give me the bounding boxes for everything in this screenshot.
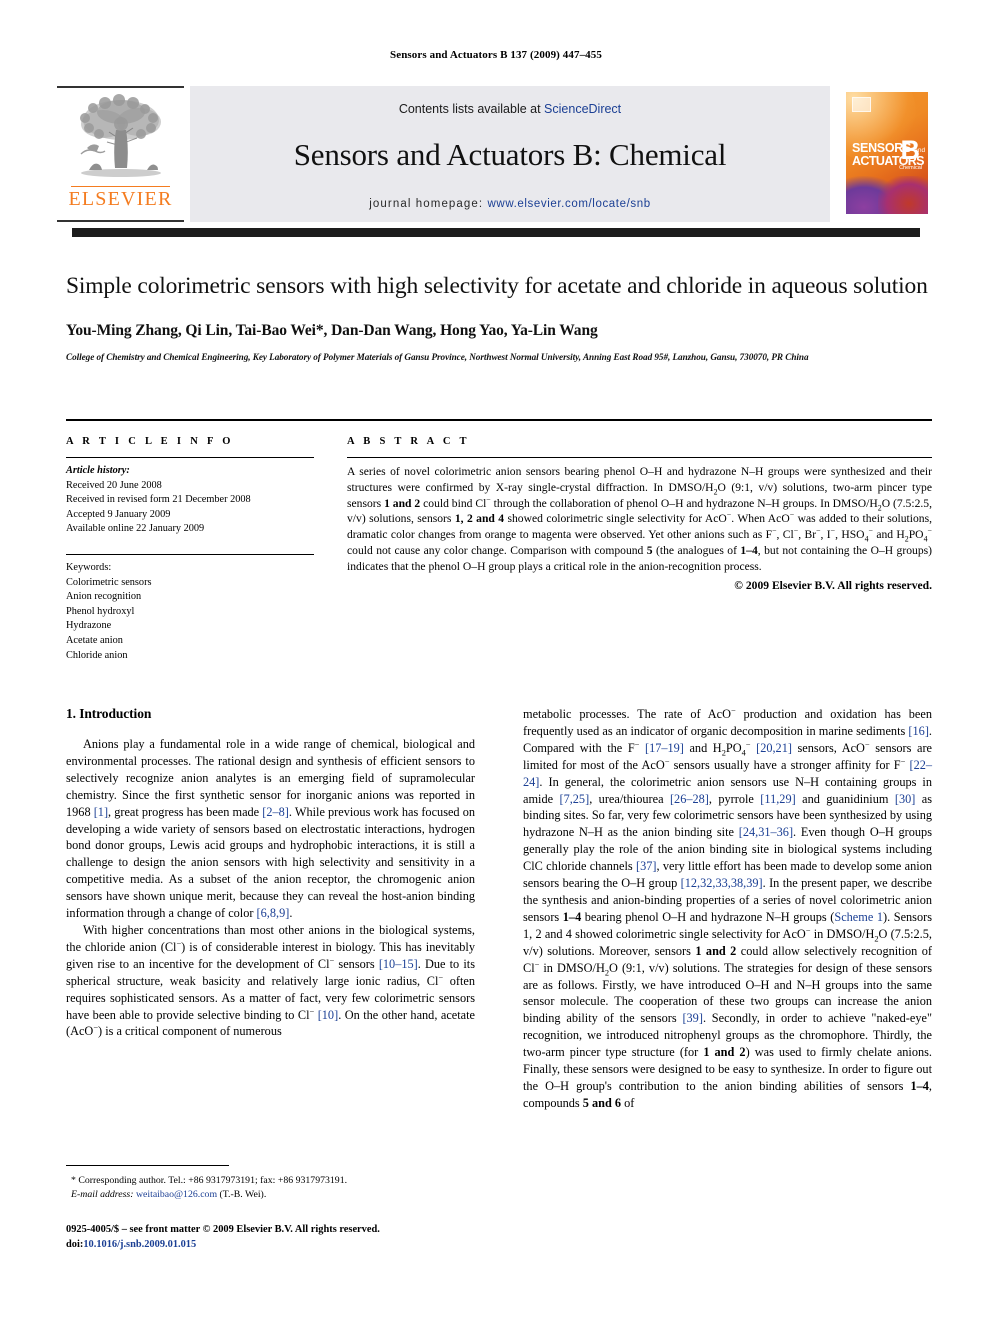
abstract-text: A series of novel colorimetric anion sen… bbox=[347, 465, 932, 573]
abstract-copyright: © 2009 Elsevier B.V. All rights reserved… bbox=[734, 579, 932, 593]
body-column-left: 1. Introduction Anions play a fundamenta… bbox=[66, 706, 475, 1112]
keywords-label: Keywords: bbox=[66, 562, 112, 574]
journal-cover-image: SENSORS and ACTUATORS B Chemical bbox=[839, 87, 935, 220]
doi-line: doi:10.1016/j.snb.2009.01.015 bbox=[66, 1237, 496, 1252]
doi-label: doi: bbox=[66, 1239, 84, 1251]
running-head: Sensors and Actuators B 137 (2009) 447–4… bbox=[390, 49, 602, 61]
elsevier-wordmark: ELSEVIER bbox=[68, 188, 173, 210]
header-divider bbox=[66, 419, 932, 421]
keyword-item: Colorimetric sensors bbox=[66, 576, 152, 588]
abstract-heading: A B S T R A C T bbox=[347, 436, 470, 447]
cover-subtitle: Chemical bbox=[899, 165, 922, 171]
keywords-rule bbox=[66, 554, 314, 556]
keyword-item: Hydrazone bbox=[66, 620, 112, 632]
column-gap bbox=[314, 436, 347, 663]
journal-title: Sensors and Actuators B: Chemical bbox=[293, 137, 727, 172]
journal-masthead: ELSEVIER Contents lists available at Sci… bbox=[57, 86, 935, 222]
keyword-item: Chloride anion bbox=[66, 649, 128, 661]
page-title: Simple colorimetric sensors with high se… bbox=[66, 273, 928, 299]
contents-prefix: Contents lists available at bbox=[398, 102, 545, 116]
history-item: Accepted 9 January 2009 bbox=[66, 508, 171, 520]
article-info-rule bbox=[66, 457, 314, 458]
journal-homepage-line: journal homepage: www.elsevier.com/locat… bbox=[190, 198, 830, 210]
elsevier-logo: ELSEVIER bbox=[57, 86, 184, 222]
elsevier-tree-icon bbox=[69, 94, 173, 182]
body-columns: 1. Introduction Anions play a fundamenta… bbox=[66, 706, 932, 1112]
masthead-panel: Contents lists available at ScienceDirec… bbox=[190, 86, 830, 222]
paper-page: Sensors and Actuators B 137 (2009) 447–4… bbox=[0, 0, 992, 1323]
article-info-heading: A R T I C L E I N F O bbox=[66, 436, 234, 447]
contents-available-line: Contents lists available at ScienceDirec… bbox=[190, 102, 830, 116]
article-history: Article history: Received 20 June 2008 R… bbox=[66, 464, 314, 537]
footnote-rule bbox=[66, 1165, 229, 1166]
section-heading-introduction: 1. Introduction bbox=[66, 706, 152, 721]
history-item: Received in revised form 21 December 200… bbox=[66, 494, 251, 506]
sciencedirect-link[interactable]: ScienceDirect bbox=[544, 102, 621, 116]
abstract-rule bbox=[347, 457, 932, 458]
title-block: Simple colorimetric sensors with high se… bbox=[66, 272, 932, 364]
abstract-column: A B S T R A C T A series of novel colori… bbox=[347, 436, 932, 663]
email-link[interactable]: weitaibao@126.com bbox=[136, 1189, 217, 1200]
intro-paragraph: metabolic processes. The rate of AcO− pr… bbox=[523, 705, 933, 1110]
homepage-url-link[interactable]: www.elsevier.com/locate/snb bbox=[488, 198, 651, 210]
keywords-list: Keywords: Colorimetric sensors Anion rec… bbox=[66, 561, 314, 663]
author-list: You-Ming Zhang, Qi Lin, Tai-Bao Wei*, Da… bbox=[66, 321, 598, 339]
issn-copyright-block: 0925-4005/$ – see front matter © 2009 El… bbox=[66, 1222, 496, 1253]
info-abstract-section: A R T I C L E I N F O Article history: R… bbox=[66, 436, 932, 663]
intro-paragraph: Anions play a fundamental role in a wide… bbox=[66, 737, 475, 921]
homepage-label: journal homepage: bbox=[369, 198, 488, 210]
article-info-column: A R T I C L E I N F O Article history: R… bbox=[66, 436, 314, 663]
affiliation: College of Chemistry and Chemical Engine… bbox=[66, 351, 809, 362]
cover-elsevier-icon bbox=[852, 97, 871, 112]
footnote-block: * Corresponding author. Tel.: +86 931797… bbox=[66, 1174, 475, 1202]
cover-letter-b: B bbox=[900, 135, 921, 165]
email-note: E-mail address: weitaibao@126.com (T.-B.… bbox=[66, 1188, 475, 1202]
intro-paragraph: With higher concentrations than most oth… bbox=[66, 922, 475, 1039]
article-history-label: Article history: bbox=[66, 465, 130, 476]
elsevier-divider bbox=[71, 186, 170, 187]
keyword-item: Phenol hydroxyl bbox=[66, 605, 135, 617]
keyword-item: Acetate anion bbox=[66, 635, 123, 647]
corresponding-author-note: * Corresponding author. Tel.: +86 931797… bbox=[71, 1175, 348, 1186]
body-column-right: metabolic processes. The rate of AcO− pr… bbox=[523, 706, 932, 1112]
email-label: E-mail address: bbox=[71, 1189, 134, 1201]
keyword-item: Anion recognition bbox=[66, 591, 142, 603]
history-item: Available online 22 January 2009 bbox=[66, 523, 205, 535]
masthead-thick-rule bbox=[72, 228, 920, 237]
email-suffix: (T.-B. Wei). bbox=[219, 1189, 267, 1201]
history-item: Received 20 June 2008 bbox=[66, 479, 162, 491]
body-column-gap bbox=[475, 706, 523, 1112]
issn-line: 0925-4005/$ – see front matter © 2009 El… bbox=[66, 1224, 380, 1235]
doi-link[interactable]: 10.1016/j.snb.2009.01.015 bbox=[83, 1239, 196, 1250]
